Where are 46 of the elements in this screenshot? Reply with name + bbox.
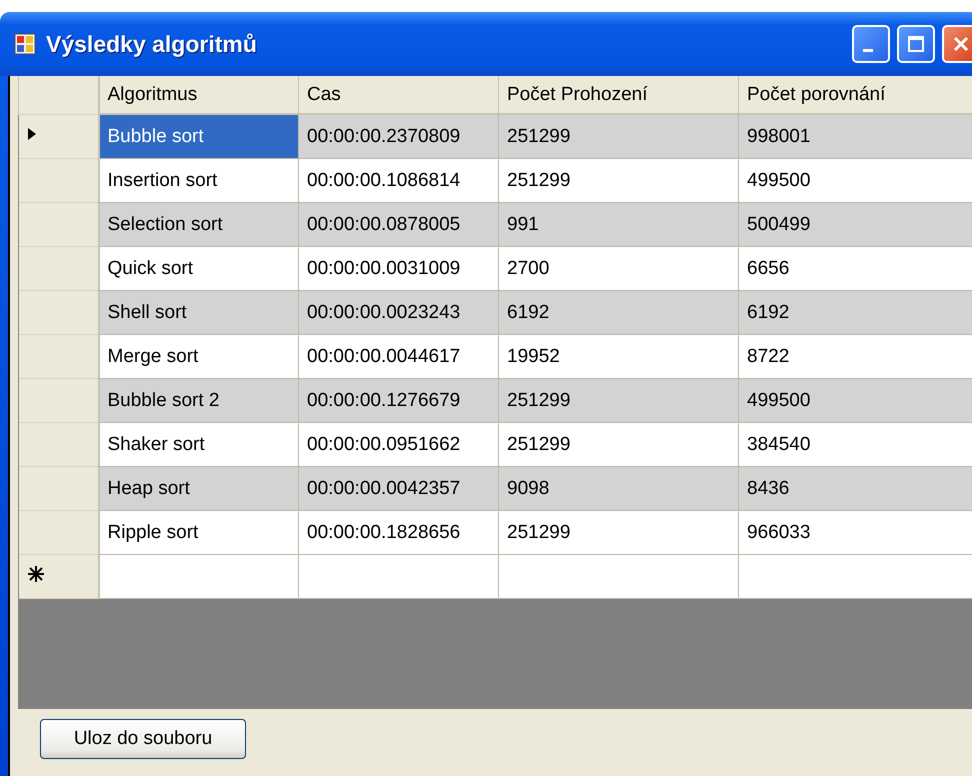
table-cell: 00:00:00.0951662 [298,422,498,466]
table-cell: Bubble sort [98,114,298,158]
table-cell: 499500 [738,158,972,202]
table-cell: 9098 [498,466,738,510]
column-header[interactable]: Počet porovnání [738,76,972,114]
table-cell: 00:00:00.0878005 [298,202,498,246]
table-cell: 6192 [498,290,738,334]
table-cell: 251299 [498,422,738,466]
table-cell: 251299 [498,158,738,202]
table-cell: 19952 [498,334,738,378]
table-cell: 00:00:00.0042357 [298,466,498,510]
table-cell: 00:00:00.1276679 [298,378,498,422]
table-cell: Shaker sort [98,422,298,466]
table-cell: 00:00:00.0031009 [298,246,498,290]
table-cell: 8436 [738,466,972,510]
table-cell: Bubble sort 2 [98,378,298,422]
table-cell: 00:00:00.0023243 [298,290,498,334]
table-cell: 998001 [738,114,972,158]
table-cell: Shell sort [98,290,298,334]
column-header[interactable]: Cas [298,76,498,114]
column-header[interactable]: Algoritmus [98,76,298,114]
table-cell: Insertion sort [98,158,298,202]
table-cell: Selection sort [98,202,298,246]
column-header[interactable]: Počet Prohození [498,76,738,114]
window-title: Výsledky algoritmů [46,30,257,58]
table-cell: 00:00:00.1086814 [298,158,498,202]
table-cell: 991 [498,202,738,246]
table-cell: 00:00:00.0044617 [298,334,498,378]
table-cell: 251299 [498,114,738,158]
table-cell: 251299 [498,378,738,422]
table-cell: 966033 [738,510,972,554]
table-cell: 384540 [738,422,972,466]
table-cell: Merge sort [98,334,298,378]
table-cell: 8722 [738,334,972,378]
table-cell: 00:00:00.1828656 [298,510,498,554]
table-cell: 251299 [498,510,738,554]
table-cell: 499500 [738,378,972,422]
table-cell: 00:00:00.2370809 [298,114,498,158]
table-cell: Heap sort [98,466,298,510]
table-cell: Quick sort [98,246,298,290]
save-to-file-button[interactable]: Uloz do souboru [40,719,246,759]
table-cell: 6192 [738,290,972,334]
table-cell: 6656 [738,246,972,290]
table-cell: Ripple sort [98,510,298,554]
table-cell: 500499 [738,202,972,246]
table-cell: 2700 [498,246,738,290]
